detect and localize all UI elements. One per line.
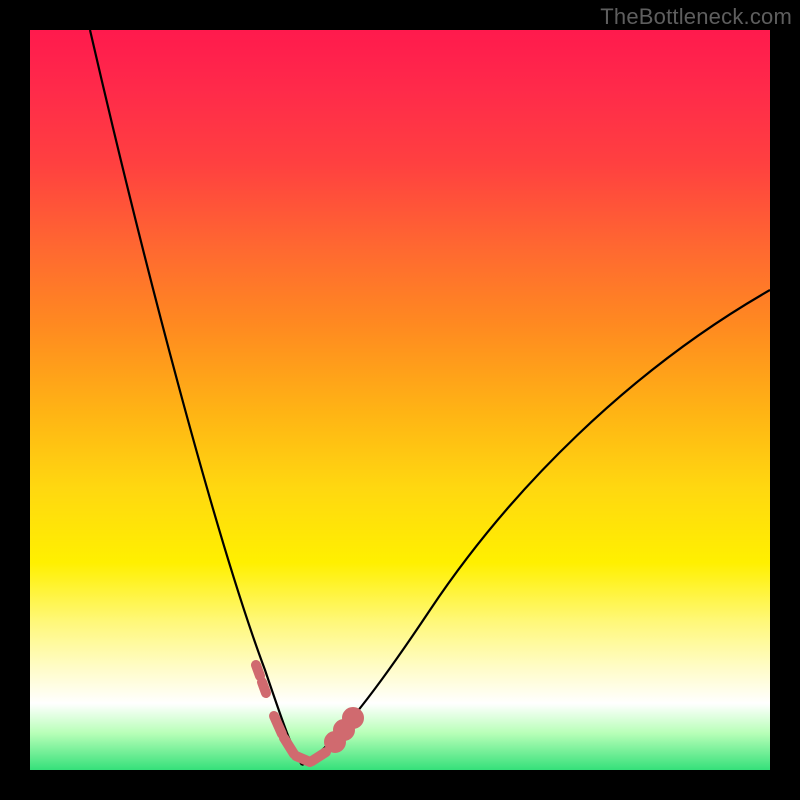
watermark-text: TheBottleneck.com [600,4,792,30]
bottleneck-dots [256,665,359,762]
curve-right-arm [302,290,770,765]
curve-left-arm [90,30,302,765]
chart-plot-area [30,30,770,770]
bottleneck-curve [30,30,770,770]
